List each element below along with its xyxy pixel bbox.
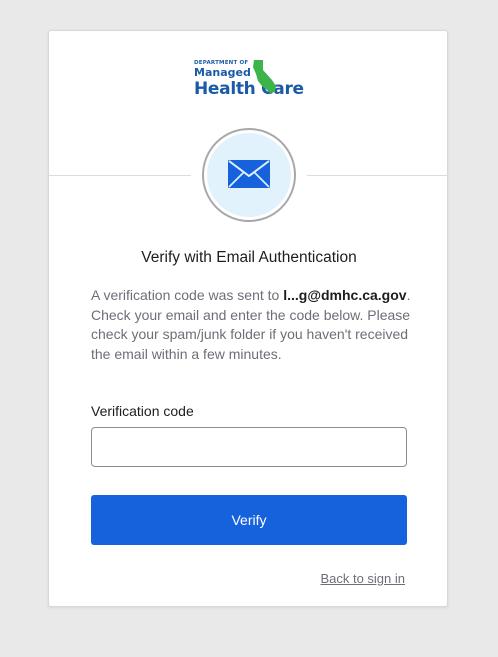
logo-managed-text: Managed: [194, 66, 251, 79]
verification-code-input[interactable]: [91, 427, 407, 467]
masked-email: l...g@dmhc.ca.gov: [283, 287, 407, 303]
verification-description: A verification code was sent to l...g@dm…: [91, 286, 411, 364]
california-state-icon: [253, 60, 276, 93]
envelope-icon: [228, 160, 270, 188]
auth-card: DEPARTMENT OF Managed Health Care Verify…: [48, 30, 448, 607]
back-to-sign-in-link[interactable]: Back to sign in: [320, 571, 405, 586]
email-factor-badge: [202, 128, 296, 222]
divider-left: [49, 175, 191, 176]
description-prefix: A verification code was sent to: [91, 287, 284, 303]
verify-button[interactable]: Verify: [91, 495, 407, 545]
divider-right: [307, 175, 448, 176]
verification-code-label: Verification code: [91, 403, 194, 419]
page-title: Verify with Email Authentication: [141, 249, 357, 266]
logo-health-care-text: Health Care: [194, 79, 304, 99]
badge-background: [207, 133, 291, 217]
dmhc-logo: DEPARTMENT OF Managed Health Care: [194, 59, 308, 103]
